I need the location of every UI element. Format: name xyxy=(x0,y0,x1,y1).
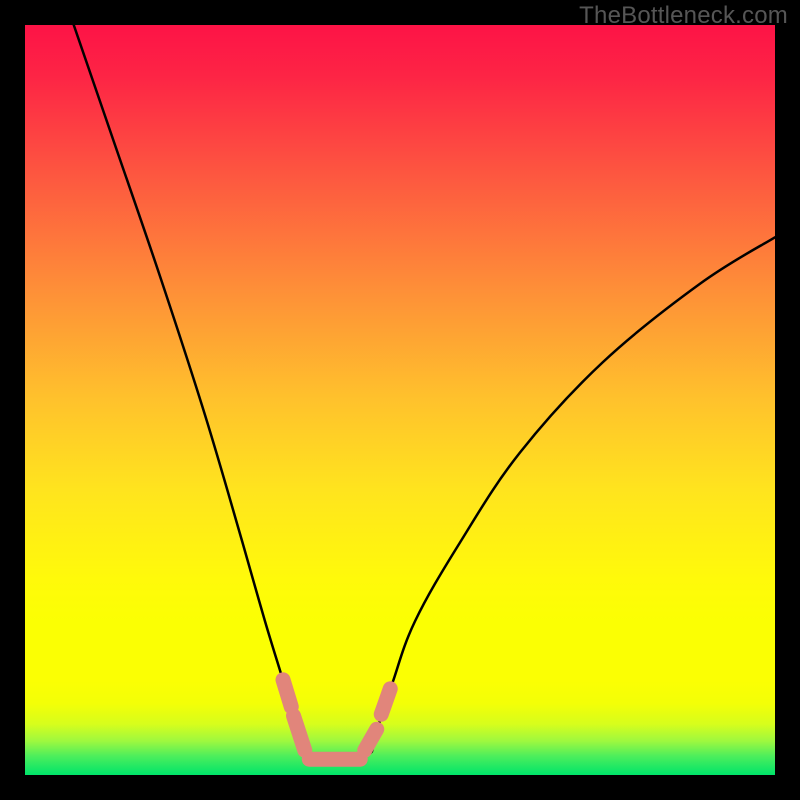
highlight-right-lower xyxy=(365,729,377,750)
highlight-right-upper xyxy=(381,689,390,715)
bottleneck-chart xyxy=(25,25,775,775)
highlight-left-upper xyxy=(283,680,291,707)
chart-svg xyxy=(25,25,775,775)
frame: TheBottleneck.com xyxy=(0,0,800,800)
highlight-left-lower xyxy=(294,716,305,751)
